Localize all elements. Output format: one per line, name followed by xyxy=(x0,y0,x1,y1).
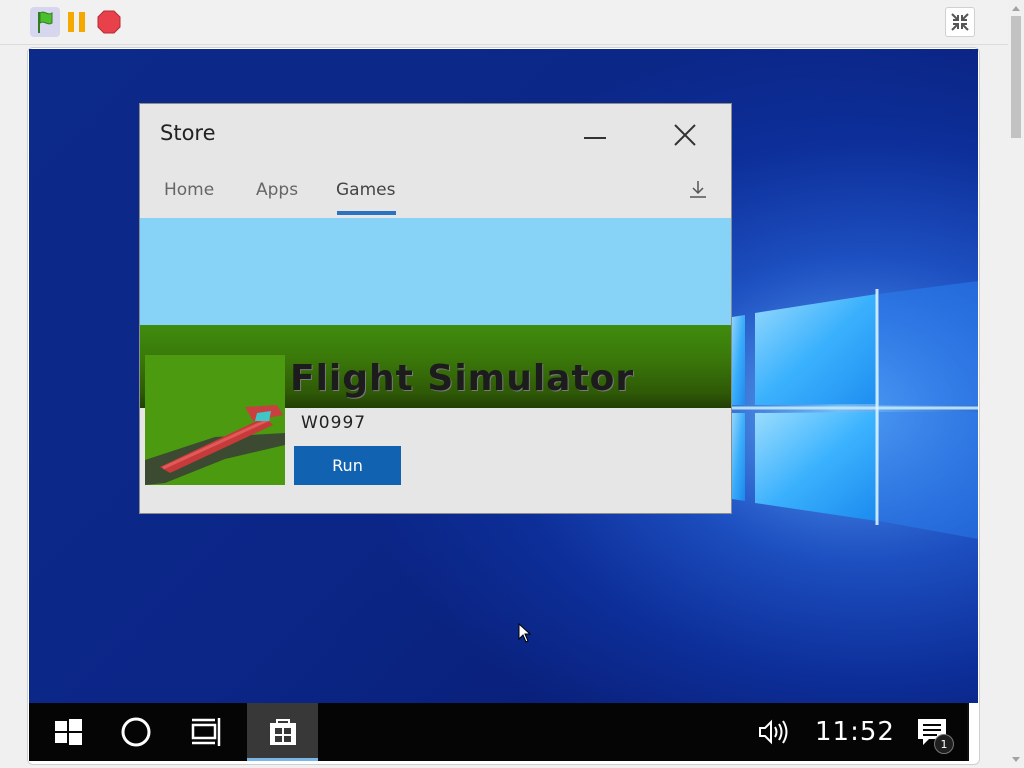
notification-count-badge: 1 xyxy=(934,734,954,754)
close-icon xyxy=(674,124,696,146)
run-button[interactable]: Run xyxy=(294,446,401,485)
volume-icon[interactable] xyxy=(756,715,790,749)
scroll-down-icon[interactable] xyxy=(1012,757,1020,762)
cortana-search-icon[interactable] xyxy=(119,715,153,749)
scroll-up-icon[interactable] xyxy=(1012,6,1020,11)
show-desktop-button[interactable] xyxy=(967,703,978,761)
scrollbar-thumb[interactable] xyxy=(1011,16,1021,138)
minimize-button[interactable] xyxy=(580,122,610,152)
taskbar-clock[interactable]: 11:52 xyxy=(815,717,895,747)
active-tab-indicator xyxy=(337,211,396,215)
game-title: Flight Simulator xyxy=(290,358,635,399)
player-toolbar xyxy=(0,0,1008,45)
pause-icon[interactable] xyxy=(63,7,93,37)
stop-icon[interactable] xyxy=(94,7,124,37)
tab-games[interactable]: Games xyxy=(336,180,395,200)
task-view-icon[interactable] xyxy=(189,715,223,749)
shrink-stage-icon[interactable] xyxy=(945,7,975,37)
green-flag-icon[interactable] xyxy=(30,7,60,37)
windows-start-icon[interactable] xyxy=(51,715,85,749)
game-thumbnail[interactable] xyxy=(145,355,285,485)
tab-home[interactable]: Home xyxy=(164,180,214,200)
tab-apps[interactable]: Apps xyxy=(256,180,298,200)
taskbar-store-button[interactable] xyxy=(247,703,318,761)
mouse-cursor-icon xyxy=(518,623,532,643)
download-icon[interactable] xyxy=(687,178,709,200)
minimize-icon xyxy=(584,137,606,139)
store-bag-icon xyxy=(270,719,296,745)
page-scrollbar[interactable] xyxy=(1008,0,1024,768)
taskbar: 11:52 1 xyxy=(29,703,967,761)
window-title: Store xyxy=(160,121,216,145)
close-button[interactable] xyxy=(670,120,700,150)
game-id: W0997 xyxy=(301,413,367,433)
store-window: Store Home Apps Games Flight Simulator W… xyxy=(139,103,732,514)
